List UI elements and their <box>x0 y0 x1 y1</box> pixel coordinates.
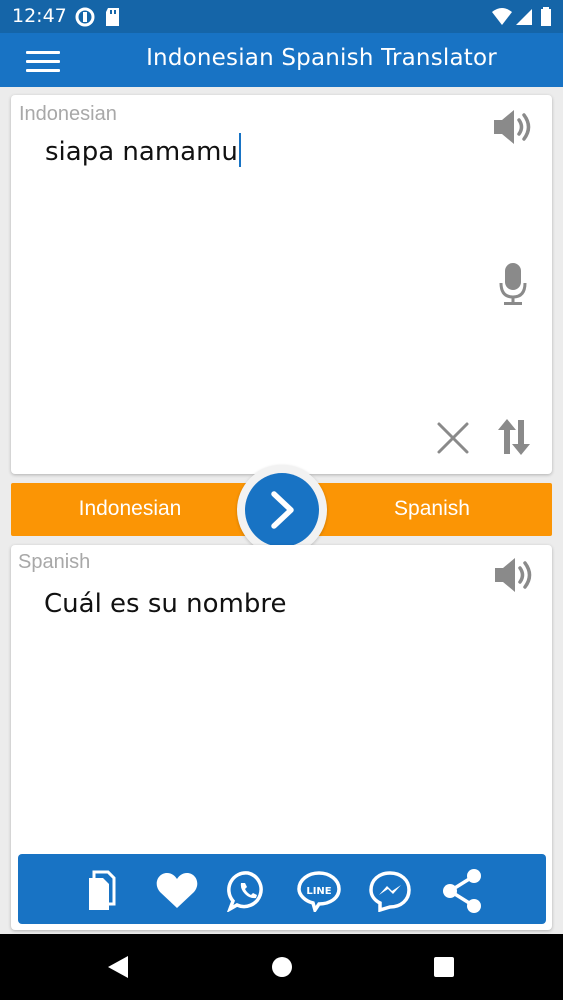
translate-button-inner <box>245 473 319 547</box>
source-card: Indonesian siapa namamu <box>11 95 552 474</box>
status-time: 12:47 <box>12 5 67 27</box>
speaker-icon[interactable] <box>492 107 536 147</box>
back-icon[interactable] <box>106 954 130 980</box>
line-logo-text: LINE <box>306 886 331 897</box>
hamburger-icon-line <box>26 69 60 72</box>
share-bar: LINE <box>18 854 546 924</box>
hamburger-icon-line <box>26 60 60 63</box>
app-title: Indonesian Spanish Translator <box>146 45 497 71</box>
heart-icon[interactable] <box>155 872 199 910</box>
source-text: siapa namamu <box>45 137 238 167</box>
source-language-label: Indonesian <box>19 103 117 125</box>
target-language-selector[interactable]: Spanish <box>329 497 535 521</box>
text-cursor <box>238 133 241 167</box>
app-bar: Indonesian Spanish Translator <box>0 33 563 87</box>
wifi-icon <box>492 8 512 25</box>
clear-icon[interactable] <box>436 421 470 455</box>
battery-icon <box>541 7 551 26</box>
status-bar: 12:47 <box>0 0 563 33</box>
whatsapp-icon[interactable] <box>227 870 269 912</box>
swap-vertical-icon[interactable] <box>496 417 532 457</box>
target-language-label: Spanish <box>18 551 91 573</box>
chevron-right-icon <box>271 491 294 529</box>
recents-icon[interactable] <box>432 955 456 979</box>
translate-button[interactable] <box>237 465 327 555</box>
menu-button[interactable] <box>26 47 62 73</box>
signal-icon <box>516 9 532 25</box>
copy-icon[interactable] <box>86 868 124 912</box>
data-saver-icon <box>75 7 95 27</box>
system-nav-bar <box>0 934 563 1000</box>
sd-card-icon <box>106 8 119 26</box>
source-language-selector[interactable]: Indonesian <box>11 497 249 521</box>
source-text-input[interactable]: siapa namamu <box>45 133 241 167</box>
share-icon[interactable] <box>440 868 484 914</box>
speaker-icon[interactable] <box>493 555 537 595</box>
line-icon[interactable]: LINE <box>296 870 342 912</box>
home-icon[interactable] <box>270 955 294 979</box>
messenger-icon[interactable] <box>368 870 412 912</box>
microphone-icon[interactable] <box>498 261 528 307</box>
translated-text: Cuál es su nombre <box>44 589 287 619</box>
hamburger-icon <box>26 51 60 54</box>
